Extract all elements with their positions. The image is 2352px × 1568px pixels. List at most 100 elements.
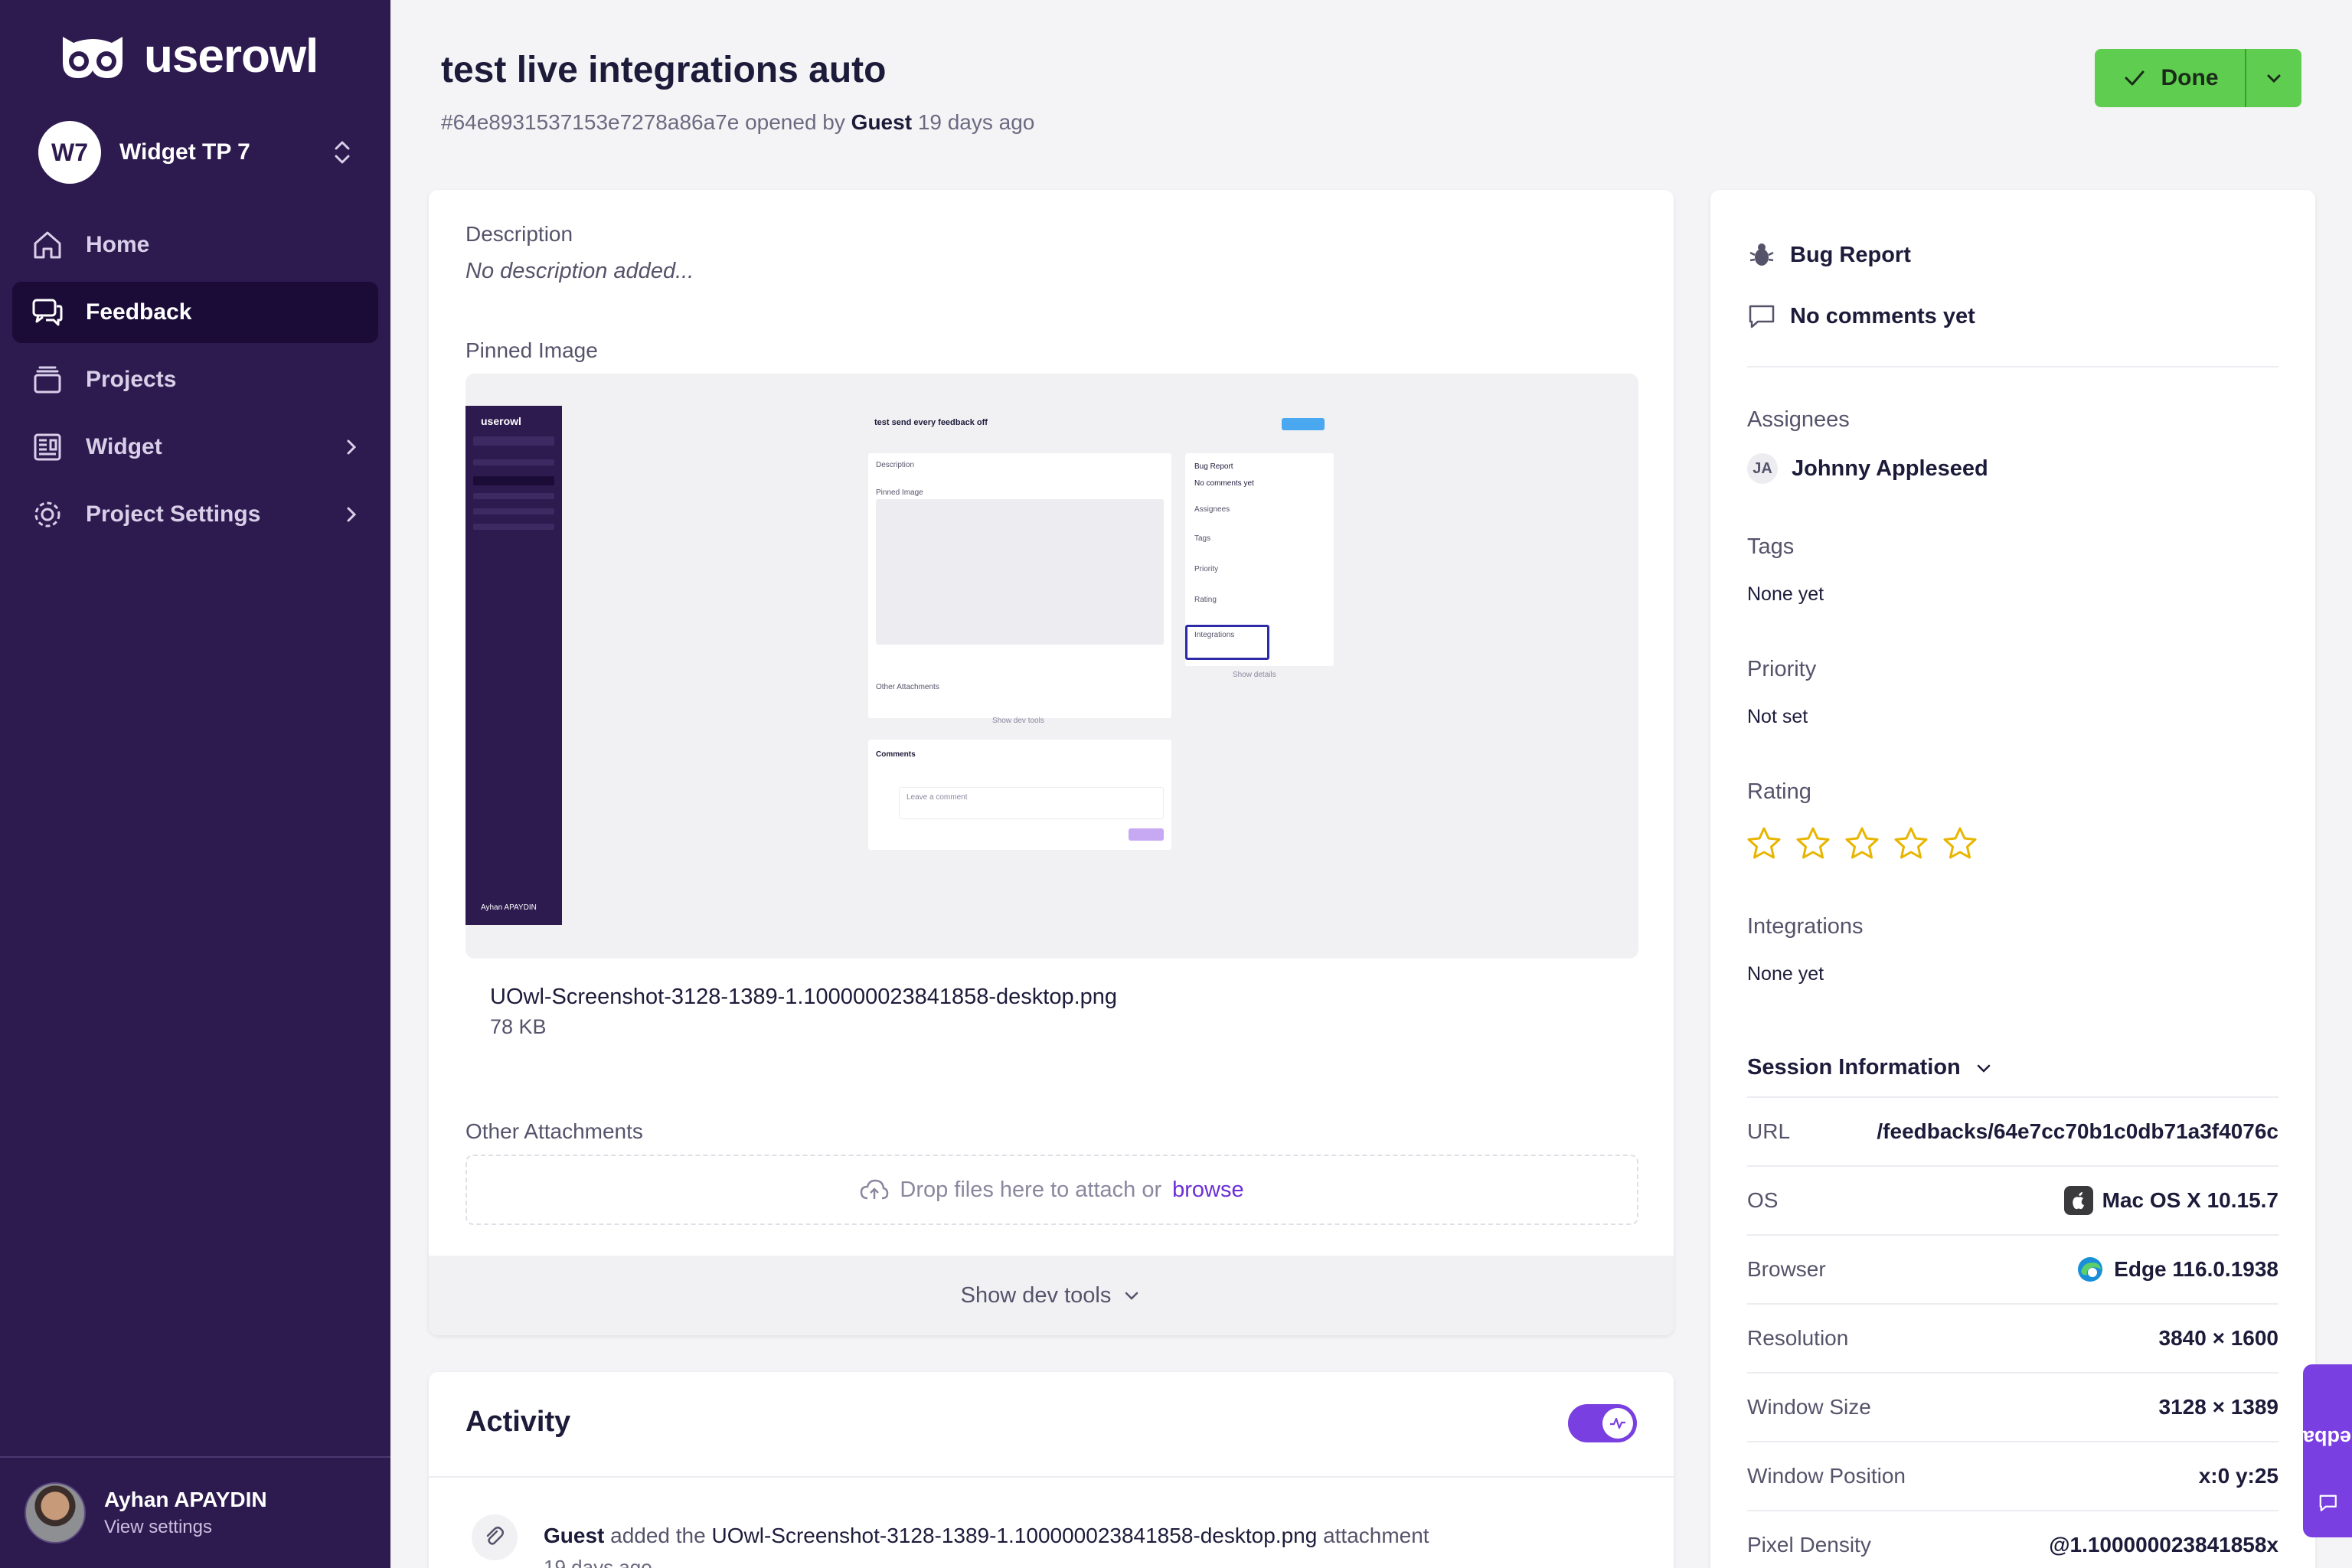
sidebar-item-label: Feedback	[86, 299, 192, 325]
sidebar-item-projects[interactable]: Projects	[12, 349, 378, 410]
other-attachments-label: Other Attachments	[466, 1119, 643, 1143]
mini-other: Other Attachments	[876, 683, 939, 691]
pulse-icon	[1610, 1417, 1625, 1429]
status-dropdown-button[interactable]	[2246, 49, 2301, 107]
browse-link[interactable]: browse	[1172, 1178, 1244, 1203]
star-icon[interactable]	[1746, 825, 1782, 862]
feedback-widget-tab[interactable]: Feedback	[2280, 1364, 2352, 1537]
integrations-label: Integrations	[1747, 914, 1864, 939]
session-row-os: OS Mac OS X 10.15.7	[1747, 1165, 2278, 1234]
show-dev-tools-button[interactable]: Show dev tools	[429, 1256, 1674, 1335]
pinned-file-name[interactable]: UOwl-Screenshot-3128-1389-1.100000023841…	[490, 985, 1117, 1010]
star-icon[interactable]	[1844, 825, 1880, 862]
brand-name: userowl	[144, 30, 318, 83]
sidebar-item-label: Projects	[86, 367, 177, 392]
mini-bug: Bug Report	[1194, 462, 1233, 471]
opened-by-text: opened by	[745, 110, 845, 134]
mini-integrations-highlight	[1185, 625, 1269, 660]
show-dev-tools-label: Show dev tools	[960, 1282, 1112, 1308]
status-button-group: Done	[2095, 49, 2301, 107]
activity-actor[interactable]: Guest	[544, 1524, 604, 1547]
mini-nav-item-active	[473, 476, 554, 485]
mini-comment-input	[899, 787, 1164, 819]
feedback-age: 19 days ago	[917, 110, 1035, 134]
feedback-type[interactable]: Bug Report	[1747, 240, 1911, 270]
session-key: URL	[1747, 1119, 1791, 1143]
pinned-screenshot-preview: userowl Ayhan APAYDIN test send every fe…	[466, 374, 1638, 959]
session-key: Browser	[1747, 1257, 1826, 1281]
dropzone-text: Drop files here to attach or	[900, 1177, 1162, 1202]
sidebar-item-project-settings[interactable]: Project Settings	[12, 484, 378, 545]
session-row-pixel-density: Pixel Density @1.100000023841858x	[1747, 1510, 2278, 1568]
activity-card: Activity Guest added the UOwl-Screenshot…	[429, 1372, 1674, 1568]
user-settings-link[interactable]: Ayhan APAYDIN View settings	[0, 1456, 390, 1568]
edge-browser-icon	[2078, 1257, 2103, 1282]
apple-icon	[2063, 1186, 2093, 1215]
session-row-window-size: Window Size 3128 × 1389	[1747, 1372, 2278, 1441]
activity-time: 19 days ago	[544, 1556, 652, 1568]
mini-integrations: Integrations	[1194, 631, 1235, 639]
star-icon[interactable]	[1795, 825, 1831, 862]
page-title: test live integrations auto	[441, 50, 887, 90]
author-link[interactable]: Guest	[851, 110, 912, 134]
mini-leave-comment: Leave a comment	[906, 793, 968, 802]
session-row-window-position: Window Position x:0 y:25	[1747, 1441, 2278, 1510]
activity-object[interactable]: UOwl-Screenshot-3128-1389-1.100000023841…	[712, 1524, 1318, 1547]
pinned-image[interactable]: userowl Ayhan APAYDIN test send every fe…	[466, 374, 1638, 959]
session-key: Pixel Density	[1747, 1533, 1871, 1557]
avatar	[24, 1482, 86, 1544]
session-value: x:0 y:25	[2198, 1464, 2278, 1488]
activity-toggle[interactable]	[1568, 1404, 1637, 1442]
star-icon[interactable]	[1893, 825, 1929, 862]
chevron-down-icon	[2267, 74, 2281, 83]
chevron-down-icon	[1977, 1064, 1991, 1073]
sidebar-item-feedback[interactable]: Feedback	[12, 282, 378, 343]
description-value[interactable]: No description added...	[466, 259, 694, 284]
session-os-value: Mac OS X 10.15.7	[2102, 1188, 2278, 1212]
project-avatar: W7	[38, 121, 101, 184]
assignee-name: Johnny Appleseed	[1792, 456, 1988, 481]
user-name: Ayhan APAYDIN	[104, 1488, 267, 1511]
assignee[interactable]: JA Johnny Appleseed	[1747, 453, 1988, 484]
mini-done	[1282, 418, 1325, 430]
chat-icon	[2318, 1494, 2337, 1511]
session-url-link[interactable]: /feedbacks/64e7cc70b1c0db71a3f4076c	[1877, 1119, 2278, 1144]
mini-priority: Priority	[1194, 565, 1219, 573]
session-value: 3128 × 1389	[2158, 1395, 2279, 1419]
sidebar-item-label: Widget	[86, 434, 162, 459]
mini-show-dev: Show dev tools	[992, 717, 1044, 725]
attachment-dropzone[interactable]: Drop files here to attach or browse	[466, 1155, 1638, 1225]
mini-title: test send every feedback off	[874, 418, 988, 427]
session-information-toggle[interactable]: Session Information	[1747, 1055, 1993, 1080]
activity-entry: Guest added the UOwl-Screenshot-3128-138…	[544, 1524, 1429, 1548]
session-value: Mac OS X 10.15.7	[2063, 1186, 2278, 1215]
sidebar-nav: Home Feedback Projects Widget Project Se…	[12, 214, 378, 551]
mini-rating: Rating	[1194, 596, 1217, 604]
integrations-value[interactable]: None yet	[1747, 963, 1824, 985]
tags-label: Tags	[1747, 534, 1795, 559]
session-information-label: Session Information	[1747, 1055, 1961, 1080]
project-switcher[interactable]: W7 Widget TP 7	[38, 119, 352, 185]
sidebar-item-home[interactable]: Home	[12, 214, 378, 276]
sidebar-item-widget[interactable]: Widget	[12, 416, 378, 478]
tags-value[interactable]: None yet	[1747, 583, 1824, 606]
session-row-browser: Browser Edge 116.0.1938	[1747, 1234, 2278, 1303]
activity-title: Activity	[466, 1406, 571, 1438]
priority-value[interactable]: Not set	[1747, 706, 1808, 728]
divider	[429, 1476, 1674, 1478]
paperclip-icon	[472, 1514, 518, 1560]
mini-image	[876, 499, 1164, 645]
star-icon[interactable]	[1942, 825, 1978, 862]
done-button[interactable]: Done	[2095, 49, 2246, 107]
session-value: @1.100000023841858x	[2049, 1533, 2278, 1557]
session-key: Window Size	[1747, 1395, 1871, 1419]
brand[interactable]: userowl	[57, 29, 318, 83]
pinned-file-size: 78 KB	[490, 1015, 547, 1038]
session-row-resolution: Resolution 3840 × 1600	[1747, 1303, 2278, 1372]
priority-label: Priority	[1747, 657, 1817, 681]
rating-stars	[1746, 825, 1978, 862]
owl-logo-icon	[63, 36, 122, 78]
mini-comment-button	[1129, 828, 1164, 841]
comments-summary[interactable]: No comments yet	[1747, 302, 1975, 331]
rating-label: Rating	[1747, 779, 1811, 804]
